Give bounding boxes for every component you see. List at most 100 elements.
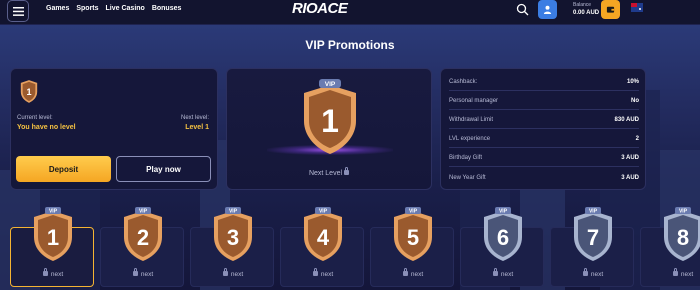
level-tile-8[interactable]: VIP 8 next (640, 207, 700, 287)
badge-tag: VIP (679, 209, 688, 215)
vip-badge-icon: VIP 6 (484, 207, 522, 261)
benefit-row: Personal manager No (449, 93, 639, 110)
badge-tag: VIP (499, 209, 508, 215)
badge-tag: VIP (229, 209, 238, 215)
level-tile-4[interactable]: VIP 4 next (280, 207, 365, 287)
user-icon (543, 5, 552, 14)
current-level-card: 1 Current level: Next level: You have no… (10, 68, 218, 190)
benefit-row: LVL experience 2 (449, 131, 639, 148)
nav-live-casino[interactable]: Live Casino (106, 5, 145, 12)
play-now-button[interactable]: Play now (116, 156, 211, 182)
current-level-value: You have no level (17, 124, 76, 131)
vip-badge-icon: VIP 4 (304, 207, 342, 261)
benefit-label: LVL experience (449, 136, 491, 142)
level-tile-5[interactable]: VIP 5 next (370, 207, 455, 287)
page-title: VIP Promotions (305, 38, 395, 52)
big-badge-number: 1 (321, 103, 339, 139)
level-tile-2[interactable]: VIP 2 next (100, 207, 185, 287)
tile-next-label: next (50, 271, 64, 278)
benefits-card: Cashback: 10% Personal manager No Withdr… (440, 68, 646, 190)
lock-icon (492, 268, 498, 276)
site-logo[interactable]: RIOACE (292, 0, 348, 17)
badge-number: 6 (497, 225, 509, 250)
badge-number: 8 (677, 225, 689, 250)
nav-games[interactable]: Games (46, 5, 69, 12)
vip-badge-icon: VIP 1 (34, 207, 72, 261)
benefit-value: 3 AUD (621, 174, 639, 181)
badge-tag: VIP (409, 209, 418, 215)
deposit-button[interactable]: Deposit (16, 156, 111, 182)
tile-next-caption: next (11, 268, 95, 278)
benefit-row: Birthday Gift 3 AUD (449, 150, 639, 167)
lock-icon (582, 268, 588, 276)
lock-icon (344, 167, 350, 175)
benefit-value: 10% (626, 79, 639, 85)
benefit-value: 830 AUD (614, 117, 639, 123)
profile-button[interactable] (538, 0, 557, 19)
benefit-value: No (631, 98, 639, 104)
next-level-card: VIP 1 Next Level (226, 68, 432, 190)
badge-tag: VIP (139, 209, 148, 215)
level-tile-7[interactable]: VIP 7 next (550, 207, 635, 287)
next-level-value: Level 1 (185, 124, 209, 131)
badge-number: 3 (227, 225, 239, 250)
benefit-value: 3 AUD (621, 155, 639, 161)
lock-icon (312, 268, 318, 276)
benefit-label: New Year Gift (449, 174, 486, 181)
nav-sports[interactable]: Sports (76, 5, 98, 12)
benefit-row: New Year Gift 3 AUD (449, 169, 639, 186)
search-icon[interactable] (516, 3, 529, 16)
level-tile-6[interactable]: VIP 6 next (460, 207, 545, 287)
main-nav: Games Sports Live Casino Bonuses (46, 5, 181, 12)
badge-tag: VIP (589, 209, 598, 215)
small-vip-badge-icon: 1 (20, 80, 38, 103)
wallet-icon (606, 6, 615, 13)
badge-number: 4 (317, 225, 330, 250)
level-tile-3[interactable]: VIP 3 next (190, 207, 274, 287)
badge-tag: VIP (319, 209, 328, 215)
tile-next-label: next (410, 271, 424, 278)
lock-icon (132, 268, 138, 276)
level-tile-1[interactable]: VIP 1 next (10, 207, 95, 287)
vip-badge-icon: VIP 7 (574, 207, 612, 261)
lock-icon (42, 268, 48, 276)
tile-next-label: next (500, 271, 514, 278)
wallet-button[interactable] (601, 0, 620, 19)
hamburger-icon (12, 6, 24, 16)
top-header: Games Sports Live Casino Bonuses RIOACE … (0, 0, 700, 25)
balance-label: Balance (573, 2, 592, 8)
benefit-value: 2 (635, 136, 639, 142)
big-vip-badge-icon: VIP 1 (304, 79, 356, 154)
benefit-label: Birthday Gift (449, 155, 483, 161)
benefit-row: Withdrawal Limit 830 AUD (449, 112, 639, 129)
big-badge-tag: VIP (325, 81, 336, 88)
next-level-text: Next Level (308, 170, 343, 177)
lock-icon (222, 268, 228, 276)
benefit-label: Personal manager (449, 98, 499, 104)
badge-number: 2 (137, 225, 149, 250)
balance-value: 0.00 AUD (573, 10, 600, 16)
tile-next-label: next (590, 271, 604, 278)
tile-next-caption: next (281, 268, 365, 278)
tile-next-caption: next (641, 268, 700, 278)
menu-button[interactable] (7, 0, 29, 22)
tile-next-caption: next (551, 268, 635, 278)
badge-tag: VIP (49, 209, 58, 215)
tile-next-caption: next (461, 268, 545, 278)
tile-next-caption: next (101, 268, 185, 278)
lock-icon (672, 268, 678, 276)
benefit-label: Cashback: (449, 79, 478, 85)
small-badge-number: 1 (26, 87, 31, 97)
tile-next-label: next (680, 271, 694, 278)
language-flag-icon[interactable] (631, 3, 643, 12)
vip-badge-icon: VIP 2 (124, 207, 162, 261)
nav-bonuses[interactable]: Bonuses (152, 5, 182, 12)
tile-next-caption: next (371, 268, 455, 278)
badge-number: 5 (407, 225, 419, 250)
tile-next-label: next (140, 271, 154, 278)
benefit-label: Withdrawal Limit (449, 117, 494, 123)
badge-number: 1 (47, 225, 59, 250)
lock-icon (402, 268, 408, 276)
next-level-label: Next level: (180, 115, 209, 121)
vip-badge-icon: VIP 8 (664, 207, 700, 261)
